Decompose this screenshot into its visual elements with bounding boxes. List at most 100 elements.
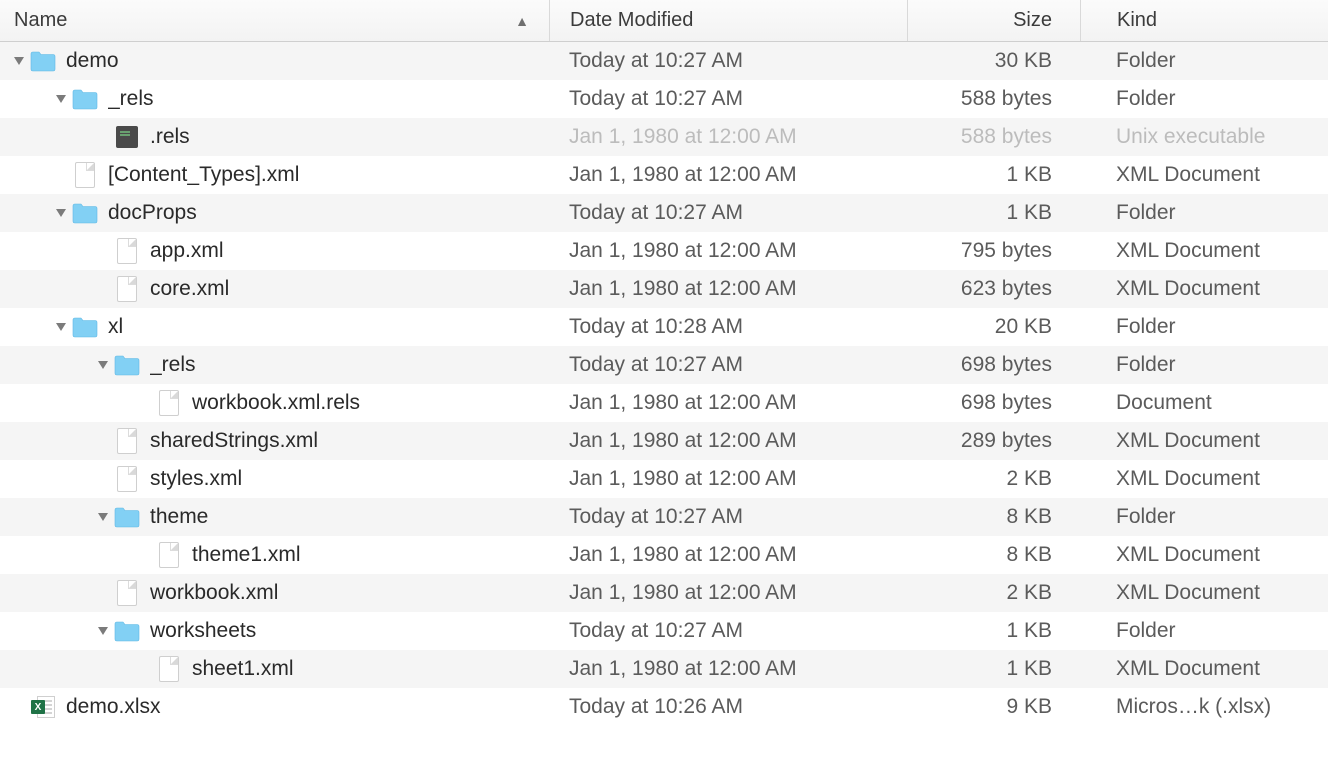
file-name: theme1.xml [192,543,301,567]
file-name: worksheets [150,619,256,643]
folder-row[interactable]: _relsToday at 10:27 AM588 bytesFolder [0,80,1328,118]
name-cell: .rels [0,124,549,150]
column-header-kind[interactable]: Kind [1080,0,1328,41]
date-modified-cell: Today at 10:27 AM [549,619,907,643]
name-cell: _rels [0,86,549,112]
disclosure-triangle-icon[interactable] [14,57,24,65]
kind-cell: Folder [1080,87,1328,111]
size-cell: 30 KB [907,49,1080,73]
file-name: docProps [108,201,197,225]
size-cell: 9 KB [907,695,1080,719]
name-cell: worksheets [0,618,549,644]
file-row[interactable]: sheet1.xmlJan 1, 1980 at 12:00 AM1 KBXML… [0,650,1328,688]
document-icon [114,466,140,492]
document-icon [156,656,182,682]
name-cell: styles.xml [0,466,549,492]
document-icon [114,580,140,606]
size-cell: 20 KB [907,315,1080,339]
file-row[interactable]: app.xmlJan 1, 1980 at 12:00 AM795 bytesX… [0,232,1328,270]
file-row[interactable]: .relsJan 1, 1980 at 12:00 AM588 bytesUni… [0,118,1328,156]
disclosure-triangle-icon[interactable] [56,323,66,331]
date-modified-cell: Today at 10:27 AM [549,201,907,225]
file-name: app.xml [150,239,224,263]
folder-row[interactable]: demo Today at 10:27 AM30 KBFolder [0,42,1328,80]
size-cell: 1 KB [907,201,1080,225]
file-row[interactable]: core.xml Jan 1, 1980 at 12:00 AM623 bytes… [0,270,1328,308]
file-row[interactable]: sharedStrings.xml Jan 1, 1980 at 12:00 AM… [0,422,1328,460]
disclosure-triangle-icon[interactable] [56,209,66,217]
folder-icon [30,48,56,74]
disclosure-triangle-icon[interactable] [98,513,108,521]
kind-cell: Document [1080,391,1328,415]
file-name: demo [66,49,119,73]
kind-cell: XML Document [1080,277,1328,301]
size-cell: 1 KB [907,619,1080,643]
file-row[interactable]: [Content_Types].xml Jan 1, 1980 at 12:00 … [0,156,1328,194]
document-icon [72,162,98,188]
file-row[interactable]: workbook.xmlJan 1, 1980 at 12:00 AM2 KBX… [0,574,1328,612]
file-row[interactable]: styles.xmlJan 1, 1980 at 12:00 AM2 KBXML… [0,460,1328,498]
disclosure-triangle-icon[interactable] [98,627,108,635]
name-cell: workbook.xml [0,580,549,606]
date-modified-cell: Today at 10:28 AM [549,315,907,339]
finder-list-view: Name ▲ Date Modified Size Kind demo Today… [0,0,1328,726]
size-cell: 623 bytes [907,277,1080,301]
file-name: _rels [108,87,154,111]
excel-file-icon: X [30,694,56,720]
file-name: [Content_Types].xml [108,163,299,187]
folder-row[interactable]: themeToday at 10:27 AM8 KBFolder [0,498,1328,536]
document-icon [156,542,182,568]
size-cell: 2 KB [907,467,1080,491]
folder-row[interactable]: xlToday at 10:28 AM20 KBFolder [0,308,1328,346]
file-row[interactable]: theme1.xmlJan 1, 1980 at 12:00 AM8 KBXML… [0,536,1328,574]
size-cell: 795 bytes [907,239,1080,263]
file-name: sharedStrings.xml [150,429,318,453]
kind-cell: XML Document [1080,429,1328,453]
file-name: xl [108,315,123,339]
size-cell: 8 KB [907,543,1080,567]
column-header-size-label: Size [1013,9,1052,32]
column-header-name[interactable]: Name ▲ [0,9,549,32]
date-modified-cell: Jan 1, 1980 at 12:00 AM [549,277,907,301]
date-modified-cell: Jan 1, 1980 at 12:00 AM [549,543,907,567]
file-row[interactable]: workbook.xml.relsJan 1, 1980 at 12:00 AM… [0,384,1328,422]
kind-cell: XML Document [1080,163,1328,187]
disclosure-triangle-icon[interactable] [56,95,66,103]
size-cell: 588 bytes [907,87,1080,111]
date-modified-cell: Jan 1, 1980 at 12:00 AM [549,581,907,605]
size-cell: 2 KB [907,581,1080,605]
column-header-date[interactable]: Date Modified [549,0,907,41]
name-cell: Xdemo.xlsx [0,694,549,720]
name-cell: [Content_Types].xml [0,162,549,188]
file-name: demo.xlsx [66,695,161,719]
folder-icon [114,504,140,530]
size-cell: 1 KB [907,657,1080,681]
kind-cell: XML Document [1080,581,1328,605]
date-modified-cell: Today at 10:27 AM [549,505,907,529]
file-name: _rels [150,353,196,377]
folder-row[interactable]: worksheetsToday at 10:27 AM1 KBFolder [0,612,1328,650]
kind-cell: Unix executable [1080,125,1328,149]
document-icon [114,276,140,302]
column-header-kind-label: Kind [1117,9,1157,32]
folder-row[interactable]: docPropsToday at 10:27 AM1 KBFolder [0,194,1328,232]
size-cell: 698 bytes [907,391,1080,415]
column-header-size[interactable]: Size [907,0,1080,41]
date-modified-cell: Jan 1, 1980 at 12:00 AM [549,125,907,149]
date-modified-cell: Today at 10:27 AM [549,49,907,73]
file-name: core.xml [150,277,229,301]
file-name: .rels [150,125,190,149]
file-row[interactable]: Xdemo.xlsxToday at 10:26 AM9 KBMicros…k … [0,688,1328,726]
kind-cell: Folder [1080,49,1328,73]
folder-icon [72,200,98,226]
file-name: sheet1.xml [192,657,294,681]
date-modified-cell: Jan 1, 1980 at 12:00 AM [549,429,907,453]
name-cell: sheet1.xml [0,656,549,682]
name-cell: theme [0,504,549,530]
size-cell: 289 bytes [907,429,1080,453]
unix-executable-icon [114,124,140,150]
date-modified-cell: Jan 1, 1980 at 12:00 AM [549,163,907,187]
kind-cell: XML Document [1080,467,1328,491]
folder-row[interactable]: _relsToday at 10:27 AM698 bytesFolder [0,346,1328,384]
disclosure-triangle-icon[interactable] [98,361,108,369]
